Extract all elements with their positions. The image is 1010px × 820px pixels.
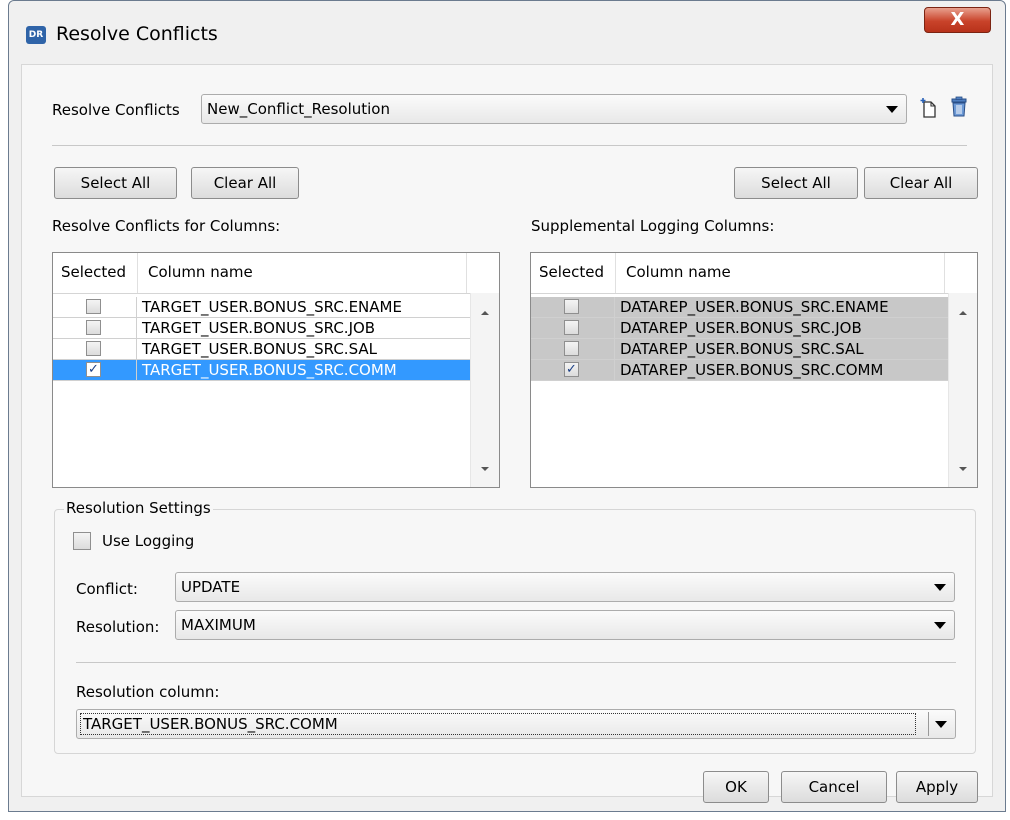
resolve-columns-table: Selected Column name TARGET_USER.BONUS_S… (52, 252, 500, 488)
dialog-window: DR Resolve Conflicts X Resolve Conflicts… (8, 0, 1006, 812)
table-header: Selected Column name (531, 253, 949, 294)
new-document-icon[interactable] (920, 97, 938, 119)
column-header-selected[interactable]: Selected (61, 263, 126, 281)
resolution-value: MAXIMUM (181, 616, 256, 634)
apply-button[interactable]: Apply (896, 771, 978, 803)
use-logging-checkbox[interactable] (73, 532, 91, 550)
column-header-name[interactable]: Column name (626, 263, 731, 281)
chevron-down-icon (934, 622, 946, 629)
left-select-all-button[interactable]: Select All (54, 167, 177, 199)
row-checkbox[interactable]: ✓ (86, 362, 101, 377)
resolve-conflicts-select[interactable]: New_Conflict_Resolution (201, 94, 907, 124)
row-checkbox[interactable] (86, 341, 101, 356)
scroll-up-icon[interactable] (959, 311, 967, 315)
table-row: ✓ DATAREP_USER.BONUS_SRC.COMM (531, 360, 949, 381)
right-clear-all-button[interactable]: Clear All (864, 167, 978, 199)
chevron-down-icon (886, 106, 898, 113)
close-button[interactable]: X (924, 7, 991, 33)
left-clear-all-button[interactable]: Clear All (191, 167, 299, 199)
table-row[interactable]: TARGET_USER.BONUS_SRC.SAL (53, 339, 471, 360)
supplemental-logging-table: Selected Column name DATAREP_USER.BONUS_… (530, 252, 978, 488)
resolution-column-label: Resolution column: (76, 683, 220, 701)
chevron-down-icon (935, 721, 947, 728)
table-row-selected[interactable]: ✓ TARGET_USER.BONUS_SRC.COMM (53, 360, 471, 381)
scroll-down-icon[interactable] (481, 467, 489, 471)
row-column-name: DATAREP_USER.BONUS_SRC.JOB (615, 318, 949, 339)
row-column-name: TARGET_USER.BONUS_SRC.ENAME (137, 297, 471, 318)
cancel-button[interactable]: Cancel (781, 771, 887, 803)
row-column-name: DATAREP_USER.BONUS_SRC.COMM (615, 360, 949, 381)
table-row: DATAREP_USER.BONUS_SRC.JOB (531, 318, 949, 339)
ok-button[interactable]: OK (703, 771, 769, 803)
resolution-settings-title: Resolution Settings (64, 499, 213, 517)
row-checkbox (564, 299, 579, 314)
scroll-up-icon[interactable] (481, 311, 489, 315)
conflict-value: UPDATE (181, 578, 241, 596)
row-checkbox[interactable] (86, 320, 101, 335)
window-title: Resolve Conflicts (56, 23, 218, 45)
right-select-all-button[interactable]: Select All (734, 167, 858, 199)
divider (76, 662, 956, 663)
row-checkbox (564, 341, 579, 356)
column-header-name[interactable]: Column name (148, 263, 253, 281)
resolve-conflicts-label: Resolve Conflicts (52, 101, 180, 119)
table-row: DATAREP_USER.BONUS_SRC.ENAME (531, 297, 949, 318)
table-row[interactable]: TARGET_USER.BONUS_SRC.ENAME (53, 297, 471, 318)
vertical-scrollbar[interactable] (470, 293, 499, 487)
scroll-down-icon[interactable] (959, 467, 967, 471)
divider (52, 145, 967, 146)
resolve-conflicts-value: New_Conflict_Resolution (207, 100, 390, 118)
row-column-name: DATAREP_USER.BONUS_SRC.SAL (615, 339, 949, 360)
resolution-select[interactable]: MAXIMUM (175, 610, 955, 640)
chevron-down-icon (934, 584, 946, 591)
resolution-column-select[interactable]: TARGET_USER.BONUS_SRC.COMM (76, 709, 956, 739)
table-row: DATAREP_USER.BONUS_SRC.SAL (531, 339, 949, 360)
row-checkbox: ✓ (564, 362, 579, 377)
use-logging-label: Use Logging (102, 532, 195, 550)
trash-icon[interactable] (949, 96, 969, 118)
row-checkbox (564, 320, 579, 335)
dialog-content: Resolve Conflicts New_Conflict_Resolutio… (21, 64, 993, 803)
row-checkbox[interactable] (86, 299, 101, 314)
supplemental-logging-heading: Supplemental Logging Columns: (531, 217, 775, 235)
row-column-name: TARGET_USER.BONUS_SRC.COMM (137, 360, 471, 381)
resolve-columns-heading: Resolve Conflicts for Columns: (52, 217, 281, 235)
conflict-select[interactable]: UPDATE (175, 572, 955, 602)
row-column-name: DATAREP_USER.BONUS_SRC.ENAME (615, 297, 949, 318)
table-row[interactable]: TARGET_USER.BONUS_SRC.JOB (53, 318, 471, 339)
app-icon: DR (26, 26, 46, 44)
table-header: Selected Column name (53, 253, 471, 294)
title-bar: DR Resolve Conflicts X (9, 1, 1005, 63)
resolution-column-value: TARGET_USER.BONUS_SRC.COMM (80, 713, 916, 735)
vertical-scrollbar[interactable] (948, 293, 977, 487)
row-column-name: TARGET_USER.BONUS_SRC.JOB (137, 318, 471, 339)
column-header-selected[interactable]: Selected (539, 263, 604, 281)
row-column-name: TARGET_USER.BONUS_SRC.SAL (137, 339, 471, 360)
conflict-label: Conflict: (76, 580, 138, 598)
resolution-label: Resolution: (76, 618, 160, 636)
